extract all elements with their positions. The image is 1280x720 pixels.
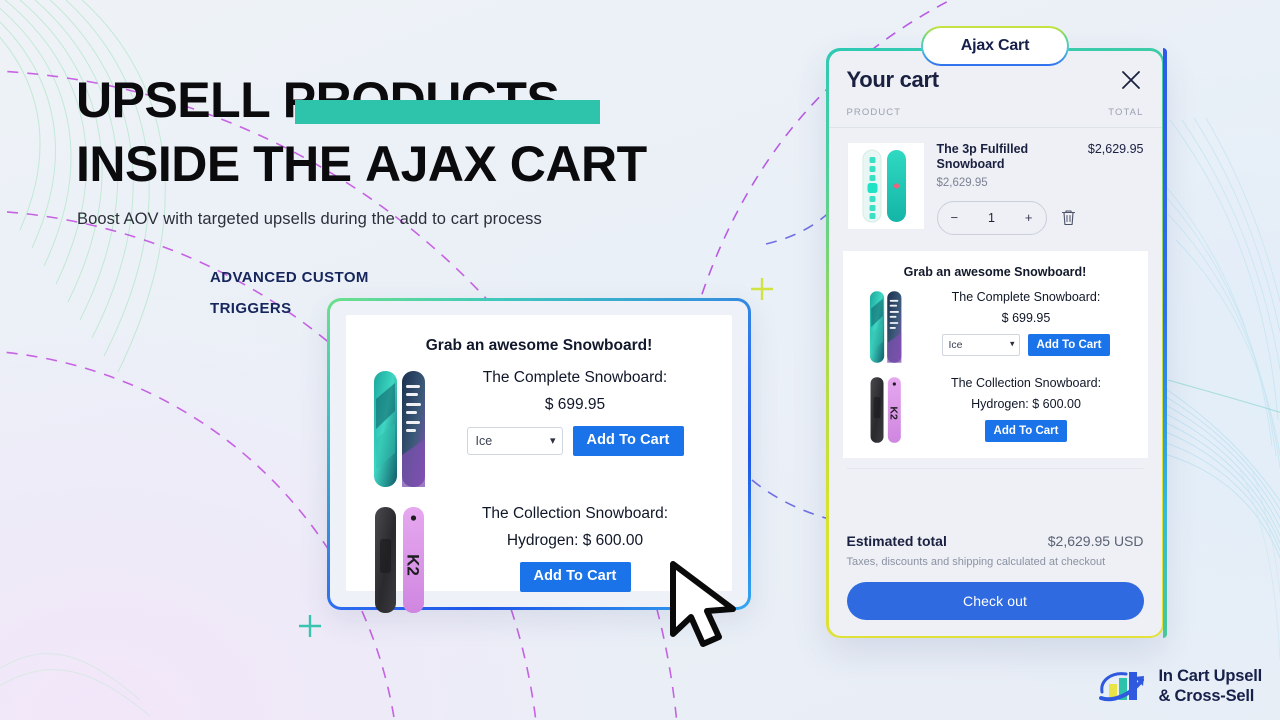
hero-headline: UPSELL PRODUCTS INSIDE THE AJAX CART xyxy=(76,68,736,196)
cart-upsell-offer-name: The Complete Snowboard: xyxy=(951,289,1101,304)
ajax-cart-badge: Ajax Cart xyxy=(921,26,1069,66)
upsell-popup-title: Grab an awesome Snowboard! xyxy=(425,337,653,354)
upsell-offer-thumbnail xyxy=(364,369,436,489)
quantity-value: 1 xyxy=(988,210,995,225)
mouse-cursor-icon xyxy=(670,561,736,647)
close-icon[interactable] xyxy=(1118,67,1144,93)
snowboard-k2-pair-icon: K2 xyxy=(375,507,424,613)
divider xyxy=(846,467,1144,469)
estimated-total-label: Estimated total xyxy=(846,532,947,549)
checkout-button[interactable]: Check out xyxy=(846,581,1144,620)
snowboard-teal-pair-icon xyxy=(374,371,425,487)
hero-subtitle: Boost AOV with targeted upsells during t… xyxy=(77,210,542,228)
brand-name-line-1: In Cart Upsell xyxy=(1158,667,1262,685)
line-item-unit-price: $2,629.95 xyxy=(936,176,988,189)
cart-title: Your cart xyxy=(846,66,940,92)
upsell-offer-name: The Collection Snowboard: xyxy=(481,505,669,522)
brand-name-line-2: & Cross-Sell xyxy=(1158,687,1255,705)
plus-marker xyxy=(751,278,773,300)
cart-upsell-offer-name: The Collection Snowboard: xyxy=(950,375,1102,390)
upsell-offer-price: $ 699.95 xyxy=(544,396,606,413)
line-item-total: $2,629.95 xyxy=(1087,141,1144,156)
column-header-total: TOTAL xyxy=(1108,106,1144,118)
cart-upsell-offer-price: $ 699.95 xyxy=(1001,310,1051,325)
feature-callout-line-1: ADVANCED CUSTOM xyxy=(210,269,369,286)
line-item-thumbnail xyxy=(846,141,925,230)
estimated-total-value: $2,629.95 USD xyxy=(1047,532,1144,549)
quantity-decrement-button[interactable]: − xyxy=(951,210,959,225)
cart-line-item: The 3p Fulfilled Snowboard $2,629.95 − 1… xyxy=(829,128,1162,247)
upsell-offer-thumbnail: K2 xyxy=(364,505,436,615)
cart-footer: Estimated total $2,629.95 USD Taxes, dis… xyxy=(829,519,1162,636)
cart-drawer: Your cart PRODUCT TOTAL The 3p Fulfilled… xyxy=(826,48,1167,638)
add-to-cart-button[interactable]: Add To Cart xyxy=(519,562,631,592)
upsell-offer-row: The Complete Snowboard: $ 699.95 Ice ▾ A… xyxy=(364,369,714,489)
variant-select[interactable]: Ice xyxy=(941,333,1020,356)
add-to-cart-button[interactable]: Add To Cart xyxy=(1027,333,1111,357)
cart-upsell-thumbnail: K2 xyxy=(855,376,917,444)
tax-note: Taxes, discounts and shipping calculated… xyxy=(846,555,1106,568)
svg-text:K2: K2 xyxy=(404,554,423,576)
cart-column-headers: PRODUCT TOTAL xyxy=(828,99,1162,128)
title-line-2-plain: INSIDE THE xyxy=(76,136,365,192)
upsell-offer-row: K2 The Collection Snowboard: Hydrogen: $… xyxy=(364,505,714,615)
title-highlight-bar xyxy=(295,100,600,124)
snowboard-k2-pair-icon: K2 xyxy=(870,376,901,443)
snowboard-hex-pair-icon xyxy=(862,149,906,222)
title-line-2-highlight: AJAX CART xyxy=(364,136,647,192)
add-to-cart-button[interactable]: Add To Cart xyxy=(984,419,1068,443)
trash-icon[interactable] xyxy=(1061,209,1076,226)
snowboard-teal-pair-icon xyxy=(869,290,901,363)
ajax-cart-badge-label: Ajax Cart xyxy=(923,28,1067,64)
brand-logo: In Cart Upsell & Cross-Sell xyxy=(1096,666,1262,706)
upsell-offer-name: The Complete Snowboard: xyxy=(482,369,668,386)
cart-upsell-offer-row: K2 The Collection Snowboard: Hydrogen: $… xyxy=(855,376,1136,444)
page-title: UPSELL PRODUCTS INSIDE THE AJAX CART xyxy=(76,68,736,196)
svg-text:K2: K2 xyxy=(887,406,899,420)
upsell-popup-body: Grab an awesome Snowboard! The Complete … xyxy=(346,315,732,613)
cart-upsell-block: Grab an awesome Snowboard! The Complete … xyxy=(842,250,1148,458)
growth-chart-arrow-icon xyxy=(1099,672,1145,702)
line-item-name: The 3p Fulfilled Snowboard xyxy=(936,141,1029,171)
quantity-increment-button[interactable]: + xyxy=(1025,210,1033,225)
cart-upsell-offer-row: The Complete Snowboard: $ 699.95 Ice ▾ A… xyxy=(855,290,1136,364)
cart-upsell-thumbnail xyxy=(855,290,917,364)
add-to-cart-button[interactable]: Add To Cart xyxy=(572,426,684,456)
quantity-stepper[interactable]: − 1 + xyxy=(936,200,1047,235)
cart-upsell-offer-price: Hydrogen: $ 600.00 xyxy=(971,396,1081,411)
column-header-product: PRODUCT xyxy=(846,106,902,118)
cart-upsell-title: Grab an awesome Snowboard! xyxy=(903,264,1087,279)
upsell-offer-price: Hydrogen: $ 600.00 xyxy=(506,532,644,549)
variant-select[interactable]: Ice xyxy=(466,426,563,455)
